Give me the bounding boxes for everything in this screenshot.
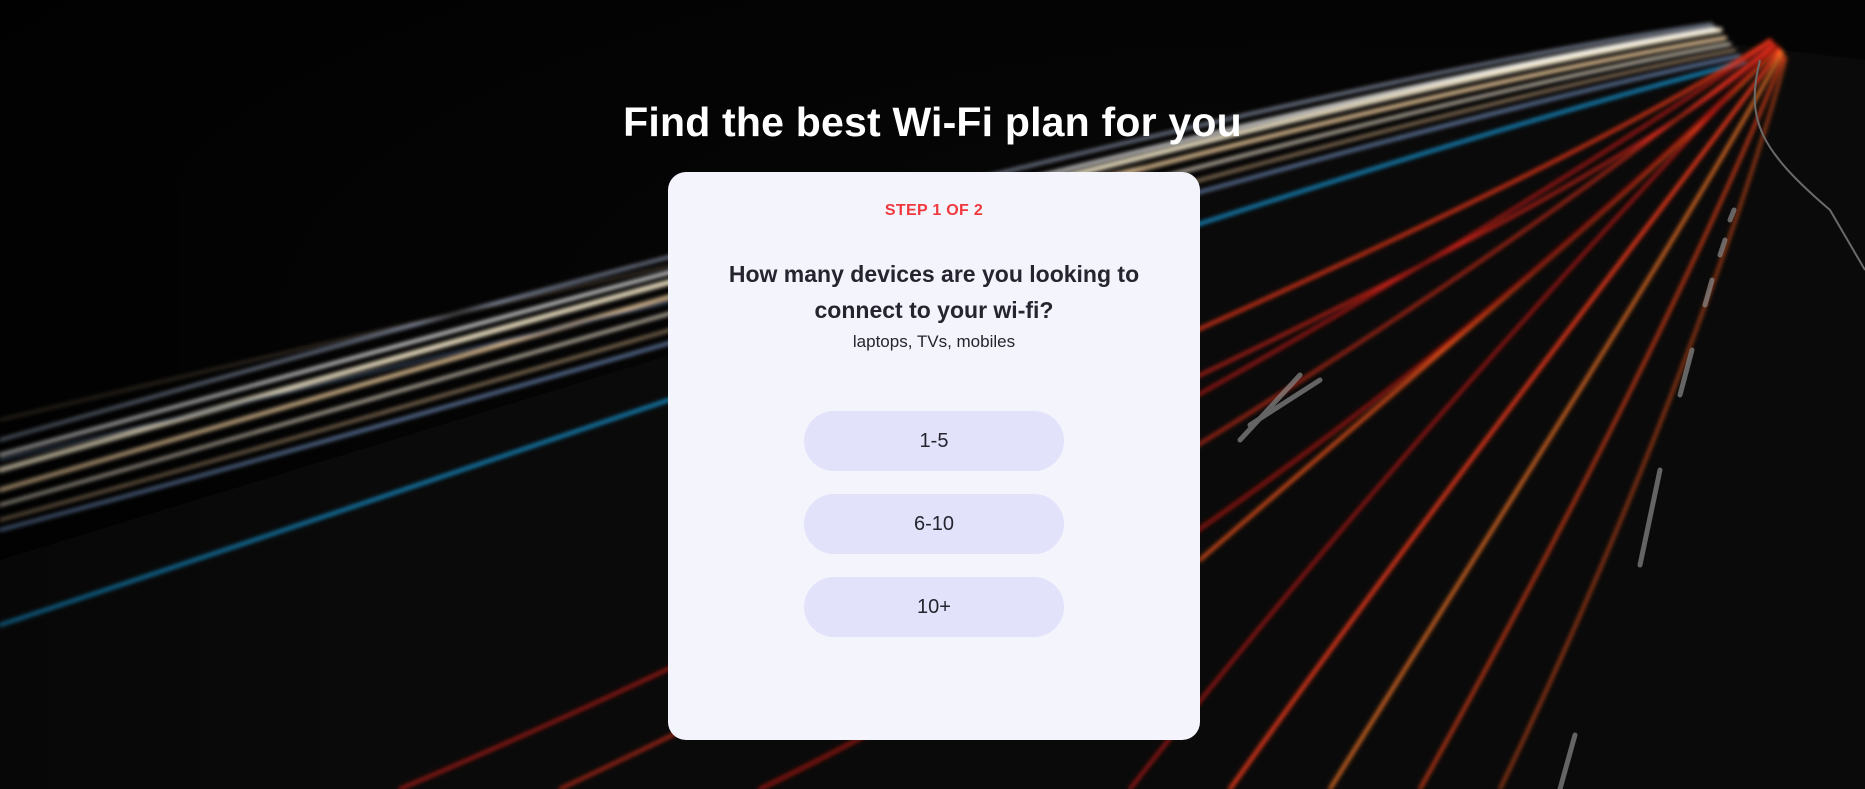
question-hint: laptops, TVs, mobiles	[852, 332, 1016, 351]
question-text: How many devices are you looking to conn…	[728, 261, 1140, 323]
step-indicator: STEP 1 OF 2	[884, 202, 984, 219]
option-button-1-5[interactable]: 1-5	[804, 411, 1064, 471]
answer-options: 1-5 6-10 10+	[804, 411, 1064, 660]
page: Find the best Wi-Fi plan for you STEP 1 …	[0, 0, 1865, 789]
page-title: Find the best Wi-Fi plan for you	[623, 99, 1242, 145]
option-button-10-plus[interactable]: 10+	[804, 577, 1064, 637]
option-button-6-10[interactable]: 6-10	[804, 494, 1064, 554]
quiz-card: STEP 1 OF 2 How many devices are you loo…	[668, 172, 1200, 740]
